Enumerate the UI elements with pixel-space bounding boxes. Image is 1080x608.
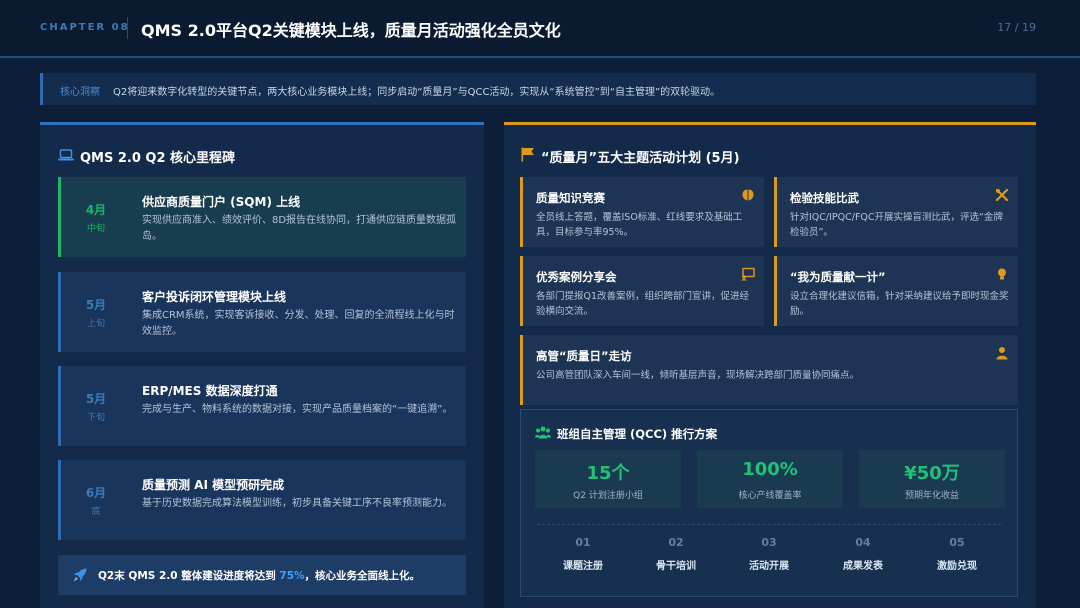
activity-card: “我为质量献一计” 设立合理化建议信箱，针对采纳建议给予即时现金奖励。 [774, 256, 1018, 326]
milestone-month: 4月 [85, 203, 107, 217]
qcc-step: 04 成果发表 [823, 536, 903, 572]
activity-card: 高管“质量日”走访 公司高管团队深入车间一线，倾听基层声音，现场解决跨部门质量协… [520, 335, 1018, 405]
rocket-icon [73, 568, 87, 582]
milestone-period: 中旬 [86, 224, 105, 234]
step-number: 05 [949, 536, 965, 549]
activity-title: “我为质量献一计” [790, 270, 886, 284]
activity-title: 高管“质量日”走访 [536, 349, 632, 363]
qcc-section: 班组自主管理 (QCC) 推行方案 15个 Q2 计划注册小组 100% 核心产… [520, 409, 1018, 597]
milestone-desc: 完成与生产、物料系统的数据对接，实现产品质量档案的“一键追溯”。 [142, 404, 453, 415]
activity-title: 优秀案例分享会 [536, 270, 617, 284]
qcc-title: 班组自主管理 (QCC) 推行方案 [557, 427, 718, 441]
insight-tag: 核心洞察 [60, 87, 100, 98]
qcc-step: 05 激励兑现 [917, 536, 997, 572]
laptop-icon [58, 149, 74, 161]
milestones-panel: QMS 2.0 Q2 核心里程碑 4月 中旬 供应商质量门户 (SQM) 上线 … [40, 122, 484, 608]
milestone-item: 4月 中旬 供应商质量门户 (SQM) 上线 实现供应商准入、绩效评价、8D报告… [58, 177, 466, 257]
qcc-step: 01 课题注册 [543, 536, 623, 572]
stat-label: 核心产线覆盖率 [738, 491, 802, 501]
chapter-label: CHAPTER 08 [40, 22, 130, 33]
milestone-month: 6月 [85, 486, 107, 500]
milestone-title: 客户投诉闭环管理模块上线 [142, 290, 287, 304]
milestone-title: 供应商质量门户 (SQM) 上线 [142, 195, 301, 209]
activities-title: “质量月”五大主题活动计划 (5月) [541, 151, 740, 166]
milestone-period: 下旬 [86, 413, 105, 423]
qcc-stat: 100% 核心产线覆盖率 [697, 450, 843, 508]
milestone-desc: 集成CRM系统，实现客诉接收、分发、处理、回复的全流程线上化与时效监控。 [142, 310, 455, 337]
brain-icon [742, 189, 754, 201]
presentation-icon [741, 267, 755, 281]
step-label: 成果发表 [843, 561, 883, 572]
activity-desc: 公司高管团队深入车间一线，倾听基层声音，现场解决跨部门质量协同痛点。 [536, 370, 860, 381]
stat-value: 100% [742, 459, 798, 480]
qcc-step: 02 骨干培训 [636, 536, 716, 572]
progress-value: 75% [279, 570, 305, 582]
milestones-title: QMS 2.0 Q2 核心里程碑 [80, 151, 236, 166]
step-number: 01 [575, 536, 591, 549]
milestone-title: ERP/MES 数据深度打通 [142, 384, 278, 398]
step-label: 骨干培训 [656, 561, 696, 572]
qcc-step: 03 活动开展 [729, 536, 809, 572]
page-header: CHAPTER 08 QMS 2.0平台Q2关键模块上线，质量月活动强化全员文化… [0, 0, 1080, 58]
step-number: 04 [855, 536, 871, 549]
activity-card: 优秀案例分享会 各部门提报Q1改善案例，组织跨部门宣讲，促进经验横向交流。 [520, 256, 764, 326]
milestone-month: 5月 [85, 298, 107, 312]
progress-text-after: ，核心业务全面线上化。 [304, 570, 421, 582]
activity-desc: 各部门提报Q1改善案例，组织跨部门宣讲，促进经验横向交流。 [536, 291, 750, 317]
step-label: 课题注册 [563, 561, 603, 572]
stat-label: 预期年化收益 [904, 491, 959, 501]
milestone-period: 上旬 [86, 319, 105, 329]
qcc-stat: 15个 Q2 计划注册小组 [535, 450, 681, 508]
page-title: QMS 2.0平台Q2关键模块上线，质量月活动强化全员文化 [141, 21, 561, 40]
tools-icon [995, 188, 1009, 202]
quality-month-panel: “质量月”五大主题活动计划 (5月) 质量知识竞赛 全员线上答题，覆盖ISO标准… [504, 122, 1036, 608]
flag-icon [521, 147, 534, 162]
milestone-item: 6月 底 质量预测 AI 模型预研完成 基于历史数据完成算法模型训练，初步具备关… [58, 460, 466, 540]
milestone-title: 质量预测 AI 模型预研完成 [142, 478, 285, 492]
milestone-item: 5月 下旬 ERP/MES 数据深度打通 完成与生产、物料系统的数据对接，实现产… [58, 366, 466, 446]
step-label: 活动开展 [749, 561, 789, 572]
activity-desc: 全员线上答题，覆盖ISO标准、红线要求及基础工具，目标参与率95%。 [536, 212, 743, 238]
activity-desc: 针对IQC/IPQC/FQC开展实操盲测比武，评选“金牌检验员”。 [790, 212, 1003, 238]
activity-card: 检验技能比武 针对IQC/IPQC/FQC开展实操盲测比武，评选“金牌检验员”。 [774, 177, 1018, 247]
stat-value: ¥50万 [904, 463, 960, 484]
activity-title: 质量知识竞赛 [536, 191, 605, 205]
insight-text: Q2将迎来数字化转型的关键节点，两大核心业务模块上线；同步启动“质量月”与QCC… [113, 87, 721, 98]
header-divider [127, 17, 128, 39]
page-number: 17 / 19 [997, 21, 1036, 34]
milestone-desc: 基于历史数据完成算法模型训练，初步具备关键工序不良率预测能力。 [142, 498, 452, 509]
lightbulb-icon [998, 268, 1006, 280]
step-number: 03 [761, 536, 777, 549]
activity-desc: 设立合理化建议信箱，针对采纳建议给予即时现金奖励。 [790, 291, 1009, 317]
milestone-period: 底 [91, 507, 101, 517]
user-tie-icon [996, 347, 1008, 360]
milestone-desc: 实现供应商准入、绩效评价、8D报告在线协同，打通供应链质量数据孤岛。 [142, 215, 457, 242]
insight-bar: 核心洞察 Q2将迎来数字化转型的关键节点，两大核心业务模块上线；同步启动“质量月… [40, 73, 1036, 105]
step-label: 激励兑现 [937, 561, 977, 572]
qcc-stat: ¥50万 预期年化收益 [859, 450, 1005, 508]
progress-summary: Q2末 QMS 2.0 整体建设进度将达到 75%，核心业务全面线上化。 [58, 555, 466, 595]
progress-text: Q2末 QMS 2.0 整体建设进度将达到 75%，核心业务全面线上化。 [98, 568, 420, 583]
progress-text-before: Q2末 QMS 2.0 整体建设进度将达到 [98, 570, 280, 582]
team-icon [535, 426, 551, 439]
stat-value: 15个 [586, 463, 630, 484]
stat-label: Q2 计划注册小组 [573, 491, 643, 501]
milestone-item: 5月 上旬 客户投诉闭环管理模块上线 集成CRM系统，实现客诉接收、分发、处理、… [58, 272, 466, 352]
activity-title: 检验技能比武 [790, 191, 859, 205]
step-number: 02 [668, 536, 684, 549]
activity-card: 质量知识竞赛 全员线上答题，覆盖ISO标准、红线要求及基础工具，目标参与率95%… [520, 177, 764, 247]
milestone-month: 5月 [85, 392, 107, 406]
qcc-divider [537, 524, 1001, 525]
